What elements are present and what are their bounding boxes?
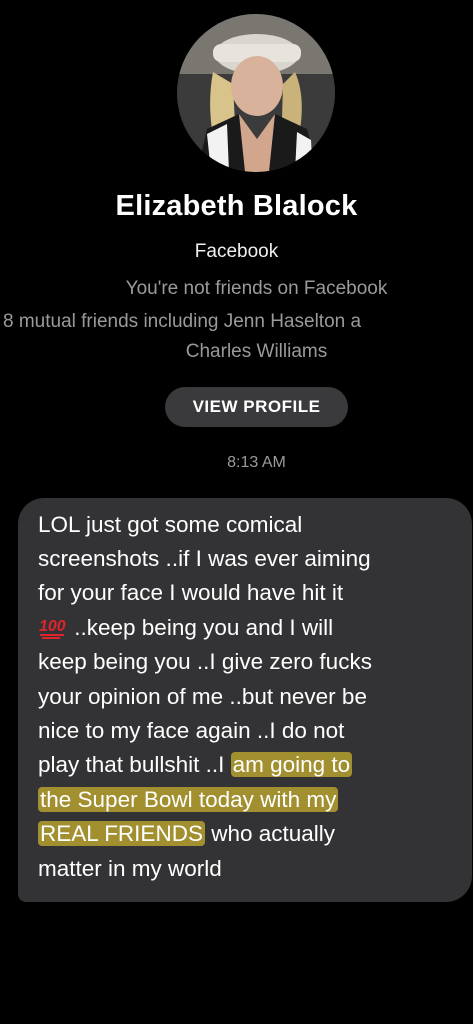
highlighted-text: the Super Bowl today with my <box>38 787 339 812</box>
message-line-6: your opinion of me ..but never be <box>38 684 367 709</box>
message-line-8: play that bullshit ..I am going to <box>38 750 353 780</box>
friend-status: You're not friends on Facebook <box>125 278 388 299</box>
message-line-5: keep being you ..I give zero fucks <box>38 649 372 674</box>
message-line-3: for your face I would have hit it <box>38 580 344 605</box>
view-profile-button[interactable]: VIEW PROFILE <box>165 387 348 427</box>
profile-platform: Facebook <box>194 241 279 262</box>
profile-header: Elizabeth Blalock Facebook You're not fr… <box>0 0 473 480</box>
message-line-1: LOL just got some comical <box>38 512 303 537</box>
message-line-10: REAL FRIENDS who actually <box>38 819 335 849</box>
profile-name: Elizabeth Blalock <box>115 190 358 222</box>
avatar-photo <box>177 14 335 172</box>
highlighted-text: REAL FRIENDS <box>38 821 205 846</box>
message-line-4-text: ..keep being you and I will <box>68 615 334 640</box>
message-line-9: the Super Bowl today with my <box>38 785 339 815</box>
mutual-friends-line-2: Charles Williams <box>185 341 328 362</box>
svg-text:100: 100 <box>39 618 66 635</box>
message-bubble[interactable]: LOL just got some comical screenshots ..… <box>18 498 472 902</box>
message-line-7: nice to my face again ..I do not <box>38 718 345 743</box>
message-timestamp: 8:13 AM <box>227 454 286 471</box>
message-line-4: 100 ..keep being you and I will <box>38 613 333 643</box>
mutual-friends-line-1: 8 mutual friends including Jenn Haselton… <box>3 311 362 332</box>
message-line-10-text: who actually <box>204 821 336 846</box>
highlighted-text: am going to <box>230 752 353 777</box>
message-line-8-text: play that bullshit ..I <box>38 752 231 777</box>
hundred-points-emoji-icon: 100 <box>38 614 68 640</box>
message-line-11: matter in my world <box>38 856 222 881</box>
avatar[interactable] <box>177 14 335 172</box>
message-line-2: screenshots ..if I was ever aiming <box>38 546 371 571</box>
